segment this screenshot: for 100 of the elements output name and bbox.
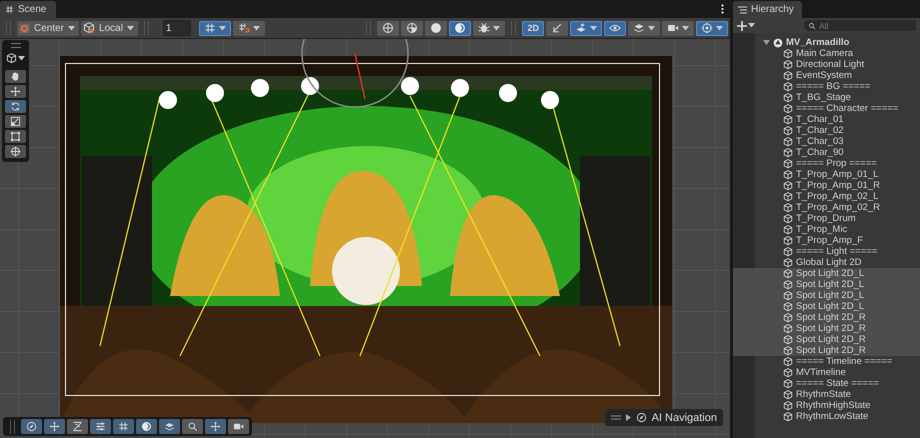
hierarchy-item[interactable]: ===== State =====	[733, 378, 920, 389]
hierarchy-item[interactable]: RhythmHighState	[733, 400, 920, 411]
hierarchy-item[interactable]: T_Char_01	[733, 114, 920, 125]
circle-icon	[430, 22, 442, 34]
hierarchy-item[interactable]: T_Char_90	[733, 147, 920, 158]
shaded-wireframe-button[interactable]	[401, 20, 424, 36]
sparkle-stack-icon	[575, 22, 587, 34]
gizmo-icon	[701, 22, 713, 34]
hierarchy-item[interactable]: Spot Light 2D_R	[733, 323, 920, 334]
move-tool-button[interactable]	[5, 85, 26, 98]
add-button[interactable]	[737, 20, 755, 30]
camera-overlay-button[interactable]	[228, 419, 249, 434]
hierarchy-item[interactable]: Spot Light 2D_R	[733, 312, 920, 323]
hierarchy-item[interactable]: Spot Light 2D_L	[733, 301, 920, 312]
hierarchy-item[interactable]: Directional Light	[733, 59, 920, 70]
space-dropdown[interactable]: Local	[81, 20, 138, 36]
shaded-button[interactable]	[425, 20, 448, 36]
hierarchy-item[interactable]: RhythmLowState	[733, 411, 920, 422]
hierarchy-tab[interactable]: Hierarchy	[733, 1, 802, 18]
hierarchy-item[interactable]: T_Prop_Amp_02_L	[733, 191, 920, 202]
hierarchy-item[interactable]: Main Camera	[733, 48, 920, 59]
move-arrows-icon	[10, 86, 21, 97]
globe-icon	[382, 22, 394, 34]
hierarchy-item[interactable]: T_Prop_Amp_01_R	[733, 180, 920, 191]
hand-tool-button[interactable]	[5, 70, 26, 83]
hierarchy-item[interactable]: RhythmState	[733, 389, 920, 400]
more-icon[interactable]	[721, 4, 724, 14]
hierarchy-item[interactable]: ===== Light =====	[733, 246, 920, 257]
hierarchy-item[interactable]: T_Char_03	[733, 136, 920, 147]
compass-icon	[636, 412, 647, 423]
hierarchy-item[interactable]: T_Prop_Drum	[733, 213, 920, 224]
hierarchy-item[interactable]: ===== Timeline =====	[733, 356, 920, 367]
expanded-arrow-icon[interactable]	[763, 39, 770, 46]
transform-tool-button[interactable]	[5, 145, 26, 158]
grid-size-field[interactable]: 1	[162, 20, 191, 36]
hierarchy-item[interactable]: T_Prop_Mic	[733, 224, 920, 235]
scene-tab[interactable]: Scene	[0, 1, 56, 18]
hierarchy-item[interactable]: MV_Armadillo	[733, 37, 920, 48]
cube-icon	[783, 214, 793, 224]
hierarchy-item[interactable]: ===== Prop =====	[733, 158, 920, 169]
caret-icon	[218, 26, 226, 30]
search-icon	[187, 421, 198, 432]
mode-2d-button[interactable]: 2D	[522, 20, 544, 36]
hierarchy-item[interactable]: T_BG_Stage	[733, 92, 920, 103]
unlit-overlay-button[interactable]	[136, 419, 157, 434]
hierarchy-item[interactable]: ===== Character =====	[733, 103, 920, 114]
hierarchy-item[interactable]: T_Char_02	[733, 125, 920, 136]
grid-snap-button[interactable]	[198, 20, 231, 36]
hierarchy-item[interactable]: Spot Light 2D_L	[733, 268, 920, 279]
hierarchy-item[interactable]: T_Prop_Amp_02_R	[733, 202, 920, 213]
compass-overlay-button[interactable]	[21, 419, 42, 434]
hierarchy-item[interactable]: EventSystem	[733, 70, 920, 81]
layers-overlay-button[interactable]	[159, 419, 180, 434]
hierarchy-item[interactable]: T_Prop_Amp_01_L	[733, 169, 920, 180]
ai-navigation-overlay[interactable]: AI Navigation	[604, 409, 723, 426]
hierarchy-item[interactable]: Spot Light 2D_R	[733, 334, 920, 345]
grid-icon	[118, 421, 129, 432]
unlit-button[interactable]	[449, 20, 472, 36]
search-icon	[808, 22, 816, 30]
sliders-overlay-button[interactable]	[90, 419, 111, 434]
hierarchy-item[interactable]: T_Prop_Amp_F	[733, 235, 920, 246]
cube-icon	[783, 400, 793, 410]
hierarchy-item[interactable]: Spot Light 2D_L	[733, 290, 920, 301]
move-overlay-button[interactable]	[205, 419, 226, 434]
cube-icon[interactable]	[6, 53, 17, 64]
gizmos-button[interactable]	[696, 20, 728, 36]
move-overlay-button[interactable]	[44, 419, 65, 434]
pivot-icon	[19, 22, 30, 34]
hierarchy-item[interactable]: Global Light 2D	[733, 257, 920, 268]
caret-icon	[590, 26, 597, 30]
cube-icon	[783, 192, 793, 202]
cube-icon	[783, 92, 793, 102]
cube-icon	[783, 60, 793, 70]
search-overlay-button[interactable]	[182, 419, 203, 434]
hierarchy-item[interactable]: Spot Light 2D_R	[733, 345, 920, 356]
hierarchy-item[interactable]: MVTimeline	[733, 367, 920, 378]
rotate-tool-button[interactable]	[5, 100, 26, 113]
cube-icon	[783, 180, 793, 190]
cube-icon	[783, 334, 793, 344]
hand-icon	[10, 71, 21, 82]
hierarchy-item[interactable]: ===== BG =====	[733, 81, 920, 92]
hierarchy-item[interactable]: Spot Light 2D_L	[733, 279, 920, 290]
grid-overlay-button[interactable]	[113, 419, 134, 434]
debug-button[interactable]	[473, 20, 506, 36]
rotate-icon	[10, 101, 21, 112]
wireframe-button[interactable]	[377, 20, 400, 36]
rect-tool-button[interactable]	[5, 130, 26, 143]
camera-button[interactable]	[662, 20, 694, 36]
visibility-button[interactable]	[604, 20, 626, 36]
grid-icon	[5, 5, 14, 14]
cube-icon	[783, 368, 793, 378]
ruler-overlay-button[interactable]	[67, 419, 88, 434]
effects-button[interactable]	[570, 20, 602, 36]
pivot-dropdown[interactable]: Center	[17, 20, 80, 36]
increment-snap-button[interactable]	[232, 20, 265, 36]
layers-button[interactable]	[628, 20, 660, 36]
scale-tool-button[interactable]	[5, 115, 26, 128]
crescent-icon	[454, 22, 466, 34]
list-icon	[738, 6, 747, 14]
audio-button[interactable]	[546, 20, 568, 36]
